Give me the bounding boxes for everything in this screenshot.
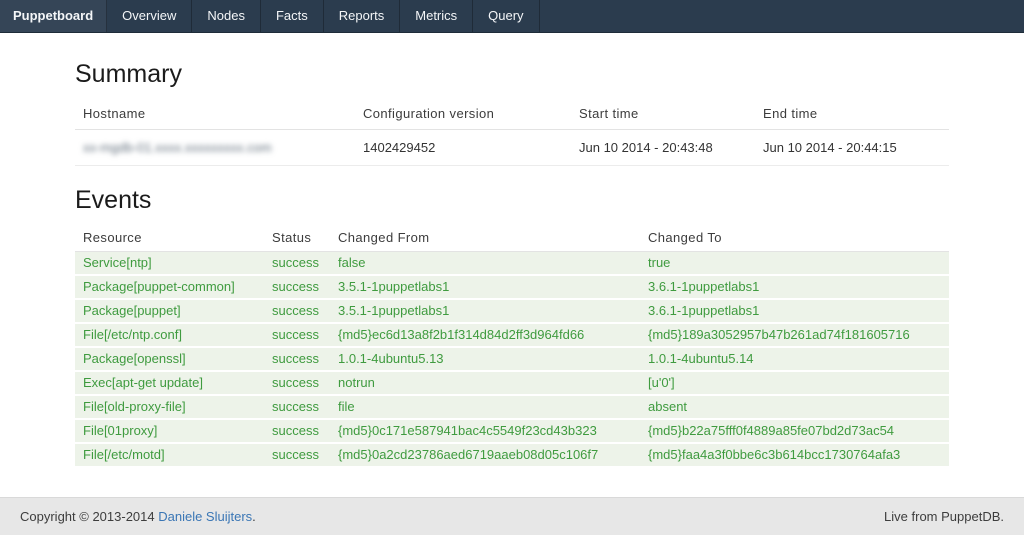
nav-item-reports[interactable]: Reports [324, 0, 401, 32]
event-status: success [264, 371, 330, 395]
event-changed-to: {md5}189a3052957b47b261ad74f181605716 [640, 323, 949, 347]
event-changed-to: {md5}faa4a3f0bbe6c3b614bcc1730764afa3 [640, 443, 949, 467]
event-row: Package[puppet-common] success 3.5.1-1pu… [75, 275, 949, 299]
start-time-value: Jun 10 2014 - 20:43:48 [571, 130, 755, 166]
event-changed-from: {md5}0a2cd23786aed6719aaeb08d05c106f7 [330, 443, 640, 467]
event-changed-from: notrun [330, 371, 640, 395]
copyright: Copyright © 2013-2014 Daniele Sluijters. [20, 509, 256, 524]
brand-puppetboard[interactable]: Puppetboard [0, 0, 107, 32]
end-time-value: Jun 10 2014 - 20:44:15 [755, 130, 949, 166]
event-changed-to: 3.6.1-1puppetlabs1 [640, 275, 949, 299]
live-from-puppetdb-status: Live from PuppetDB. [884, 509, 1004, 524]
col-resource: Resource [75, 223, 264, 252]
event-status: success [264, 299, 330, 323]
summary-row: xx-mgdb-01.xxxx.xxxxxxxxx.com 1402429452… [75, 130, 949, 166]
event-status: success [264, 252, 330, 276]
nav-item-query[interactable]: Query [473, 0, 539, 32]
event-changed-to: true [640, 252, 949, 276]
event-status: success [264, 419, 330, 443]
event-resource: Exec[apt-get update] [75, 371, 264, 395]
hostname-value-redacted: xx-mgdb-01.xxxx.xxxxxxxxx.com [83, 140, 272, 155]
event-changed-to: {md5}b22a75fff0f4889a85fe07bd2d73ac54 [640, 419, 949, 443]
col-end-time: End time [755, 97, 949, 130]
author-link[interactable]: Daniele Sluijters [158, 509, 252, 524]
event-changed-from: 3.5.1-1puppetlabs1 [330, 275, 640, 299]
event-row: Service[ntp] success false true [75, 252, 949, 276]
event-changed-to: 1.0.1-4ubuntu5.14 [640, 347, 949, 371]
summary-header-row: Hostname Configuration version Start tim… [75, 97, 949, 130]
summary-heading: Summary [75, 60, 949, 89]
event-resource: File[01proxy] [75, 419, 264, 443]
event-changed-to: 3.6.1-1puppetlabs1 [640, 299, 949, 323]
event-status: success [264, 275, 330, 299]
event-row: Exec[apt-get update] success notrun [u'0… [75, 371, 949, 395]
event-resource: File[old-proxy-file] [75, 395, 264, 419]
top-navbar: Puppetboard Overview Nodes Facts Reports… [0, 0, 1024, 33]
events-header-row: Resource Status Changed From Changed To [75, 223, 949, 252]
event-row: Package[openssl] success 1.0.1-4ubuntu5.… [75, 347, 949, 371]
event-changed-from: 1.0.1-4ubuntu5.13 [330, 347, 640, 371]
nav-item-metrics[interactable]: Metrics [400, 0, 473, 32]
event-changed-from: false [330, 252, 640, 276]
event-changed-from: {md5}0c171e587941bac4c5549f23cd43b323 [330, 419, 640, 443]
event-row: File[01proxy] success {md5}0c171e587941b… [75, 419, 949, 443]
event-resource: File[/etc/ntp.conf] [75, 323, 264, 347]
event-resource: Package[puppet] [75, 299, 264, 323]
event-row: File[/etc/ntp.conf] success {md5}ec6d13a… [75, 323, 949, 347]
event-status: success [264, 347, 330, 371]
col-hostname: Hostname [75, 97, 355, 130]
events-heading: Events [75, 186, 949, 215]
col-changed-to: Changed To [640, 223, 949, 252]
event-status: success [264, 395, 330, 419]
copyright-period: . [252, 509, 256, 524]
col-start-time: Start time [571, 97, 755, 130]
copyright-text: Copyright © 2013-2014 [20, 509, 158, 524]
report-page: Summary Hostname Configuration version S… [0, 33, 1024, 497]
event-changed-from: file [330, 395, 640, 419]
nav-item-facts[interactable]: Facts [261, 0, 324, 32]
event-resource: Service[ntp] [75, 252, 264, 276]
events-table: Resource Status Changed From Changed To … [75, 223, 949, 468]
event-row: File[/etc/motd] success {md5}0a2cd23786a… [75, 443, 949, 467]
nav-item-nodes[interactable]: Nodes [192, 0, 261, 32]
footer: Copyright © 2013-2014 Daniele Sluijters.… [0, 497, 1024, 535]
event-changed-to: [u'0'] [640, 371, 949, 395]
col-changed-from: Changed From [330, 223, 640, 252]
event-changed-from: 3.5.1-1puppetlabs1 [330, 299, 640, 323]
nav-item-overview[interactable]: Overview [107, 0, 192, 32]
event-resource: Package[openssl] [75, 347, 264, 371]
event-row: Package[puppet] success 3.5.1-1puppetlab… [75, 299, 949, 323]
event-resource: Package[puppet-common] [75, 275, 264, 299]
summary-table: Hostname Configuration version Start tim… [75, 97, 949, 166]
event-status: success [264, 323, 330, 347]
event-row: File[old-proxy-file] success file absent [75, 395, 949, 419]
event-changed-from: {md5}ec6d13a8f2b1f314d84d2ff3d964fd66 [330, 323, 640, 347]
event-resource: File[/etc/motd] [75, 443, 264, 467]
event-status: success [264, 443, 330, 467]
col-configuration-version: Configuration version [355, 97, 571, 130]
col-status: Status [264, 223, 330, 252]
event-changed-to: absent [640, 395, 949, 419]
configuration-version-value: 1402429452 [355, 130, 571, 166]
